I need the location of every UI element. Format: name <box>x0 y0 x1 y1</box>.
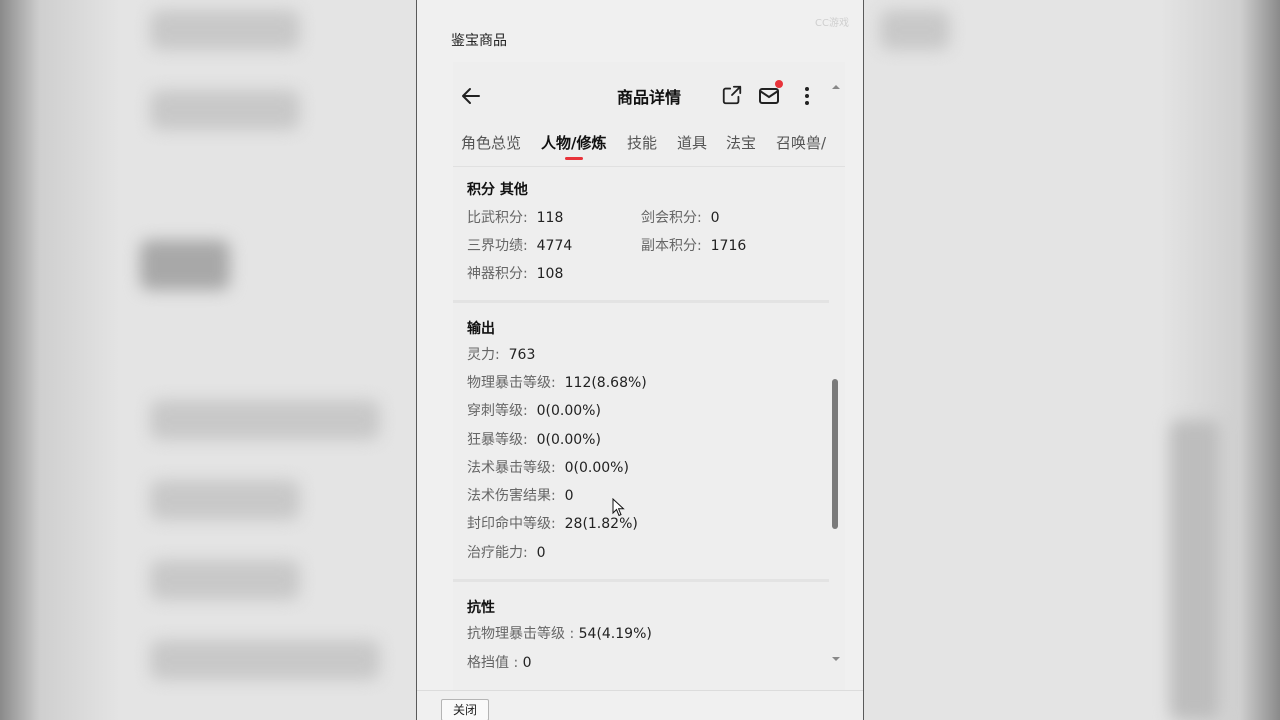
stat-row: 剑会积分: 0 <box>641 210 720 226</box>
stat-row: 格挡值 : 0 <box>467 655 532 671</box>
blurred-background-block <box>880 10 950 50</box>
blurred-background-block <box>150 90 300 130</box>
page-header: 商品详情 <box>453 62 845 128</box>
dialog-title: 鉴宝商品 <box>451 33 507 49</box>
product-dialog: 鉴宝商品 CC游戏 商品详情 角色总览 人物/修炼 技能 道具 法宝 召唤兽/ … <box>416 0 864 720</box>
section-divider <box>453 579 829 582</box>
tab-items[interactable]: 道具 <box>677 132 707 153</box>
section-title-resistance: 抗性 <box>467 600 495 616</box>
tab-summons[interactable]: 召唤兽/ <box>776 132 826 153</box>
stat-row: 治疗能力: 0 <box>467 545 546 561</box>
stat-row: 灵力: 763 <box>467 347 536 363</box>
blurred-background-block <box>140 240 230 290</box>
watermark: CC游戏 <box>815 18 849 29</box>
mouse-cursor-icon <box>612 498 625 517</box>
stat-row: 比武积分: 118 <box>467 210 564 226</box>
stat-row: 法术伤害结果: 0 <box>467 488 574 504</box>
tab-treasures[interactable]: 法宝 <box>726 132 756 153</box>
active-tab-indicator <box>565 157 583 160</box>
page-title: 商品详情 <box>616 88 681 107</box>
section-divider <box>453 300 829 303</box>
tab-content: 积分 其他 比武积分: 118 剑会积分: 0 三界功绩: 4774 副本积分:… <box>453 167 845 690</box>
notification-dot <box>775 80 783 88</box>
scroll-down-arrow-icon[interactable] <box>831 654 841 664</box>
tab-bar: 角色总览 人物/修炼 技能 道具 法宝 召唤兽/ <box>453 128 845 162</box>
blurred-background-block <box>150 480 300 520</box>
product-detail-page: 商品详情 角色总览 人物/修炼 技能 道具 法宝 召唤兽/ 积分 其他 比武积分… <box>453 62 845 690</box>
stat-row: 抗物理暴击等级 : 54(4.19%) <box>467 626 652 642</box>
scrollbar-thumb[interactable] <box>832 379 838 529</box>
blurred-background-block <box>150 400 380 440</box>
tab-character-cultivation[interactable]: 人物/修炼 <box>541 132 606 153</box>
section-title-points: 积分 其他 <box>467 182 528 198</box>
dialog-footer: 关闭 <box>417 690 863 720</box>
more-icon[interactable] <box>795 84 819 108</box>
scroll-up-arrow-icon[interactable] <box>831 82 841 92</box>
dialog-titlebar: 鉴宝商品 CC游戏 <box>417 0 863 62</box>
stat-row: 穿刺等级: 0(0.00%) <box>467 403 601 419</box>
tab-role-overview[interactable]: 角色总览 <box>461 132 521 153</box>
stat-row: 物理暴击等级: 112(8.68%) <box>467 375 647 391</box>
blurred-background-block <box>150 10 300 50</box>
close-button[interactable]: 关闭 <box>441 699 489 720</box>
tab-skills[interactable]: 技能 <box>627 132 657 153</box>
stat-row: 神器积分: 108 <box>467 266 564 282</box>
stat-row: 三界功绩: 4774 <box>467 238 573 254</box>
blurred-background-block <box>150 560 300 600</box>
share-icon[interactable] <box>721 84 743 106</box>
stat-row: 法术暴击等级: 0(0.00%) <box>467 460 629 476</box>
blurred-background-block <box>150 640 380 680</box>
section-title-output: 输出 <box>467 321 495 337</box>
stat-row: 狂暴等级: 0(0.00%) <box>467 432 601 448</box>
blurred-background-block <box>1170 420 1220 720</box>
stat-row: 副本积分: 1716 <box>641 238 747 254</box>
